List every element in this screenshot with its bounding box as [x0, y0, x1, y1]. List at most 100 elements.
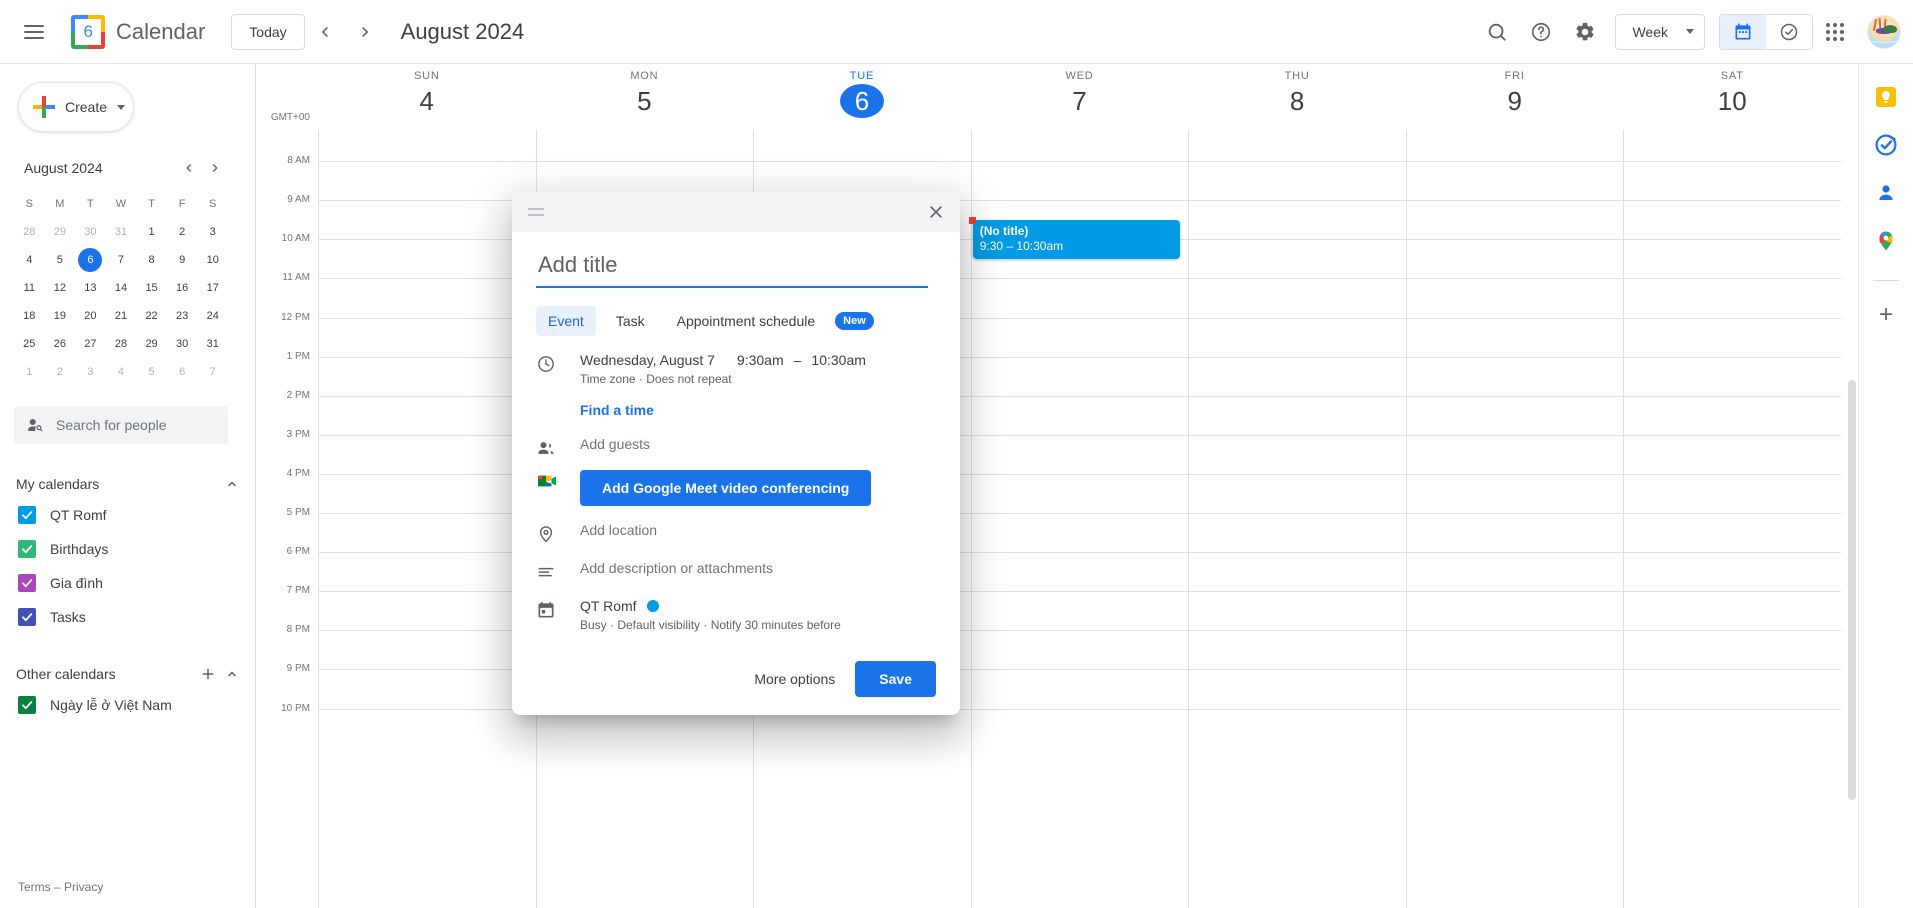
- mini-calendar-day[interactable]: 17: [197, 274, 228, 302]
- mini-calendar-day[interactable]: 18: [14, 302, 45, 330]
- mini-calendar-day[interactable]: 8: [136, 246, 167, 274]
- mini-calendar-prev-button[interactable]: [176, 155, 202, 181]
- hamburger-menu-icon[interactable]: [10, 8, 58, 56]
- mini-calendar-day[interactable]: 1: [136, 218, 167, 246]
- mini-calendar-day[interactable]: 28: [106, 330, 137, 358]
- schedule-subtext[interactable]: Time zone · Does not repeat: [580, 372, 936, 386]
- day-column-wed[interactable]: (No title) 9:30 – 10:30am: [968, 130, 1189, 908]
- mini-calendar-day[interactable]: 4: [14, 246, 45, 274]
- mini-calendar-day[interactable]: 27: [75, 330, 106, 358]
- mini-calendar-day[interactable]: 13: [75, 274, 106, 302]
- tasks-icon[interactable]: [1873, 132, 1899, 158]
- event-date[interactable]: Wednesday, August 7: [580, 352, 715, 368]
- other-calendars-header[interactable]: Other calendars: [16, 660, 241, 688]
- day-number[interactable]: 4: [405, 84, 449, 118]
- view-selector[interactable]: Week: [1615, 13, 1705, 50]
- mini-calendar-day[interactable]: 12: [45, 274, 76, 302]
- day-column-thu[interactable]: [1188, 130, 1406, 908]
- avatar[interactable]: [1867, 14, 1901, 49]
- tab-task[interactable]: Task: [604, 306, 657, 336]
- mini-calendar-day[interactable]: 26: [45, 330, 76, 358]
- next-week-button[interactable]: [345, 12, 385, 52]
- day-header-thu[interactable]: THU 8: [1188, 64, 1406, 130]
- find-a-time-link[interactable]: Find a time: [580, 402, 654, 418]
- day-header-sun[interactable]: SUN 4: [318, 64, 536, 130]
- previous-week-button[interactable]: [305, 12, 345, 52]
- mini-calendar-day[interactable]: 25: [14, 330, 45, 358]
- mini-calendar-day[interactable]: 6: [167, 358, 198, 386]
- my-calendars-header[interactable]: My calendars: [16, 470, 241, 498]
- my-calendar-item-1[interactable]: Birthdays: [0, 532, 255, 566]
- day-number[interactable]: 8: [1275, 84, 1319, 118]
- mini-calendar-day[interactable]: 15: [136, 274, 167, 302]
- tasks-view-toggle[interactable]: [1766, 14, 1812, 49]
- day-header-fri[interactable]: FRI 9: [1406, 64, 1624, 130]
- gear-icon[interactable]: [1563, 10, 1607, 54]
- day-header-sat[interactable]: SAT 10: [1623, 64, 1841, 130]
- event-title-input[interactable]: [536, 248, 928, 288]
- add-google-meet-button[interactable]: Add Google Meet video conferencing: [580, 470, 872, 506]
- calendar-checkbox[interactable]: [18, 608, 36, 626]
- mini-calendar-day[interactable]: 9: [167, 246, 198, 274]
- save-button[interactable]: Save: [855, 661, 936, 697]
- day-number[interactable]: 7: [1058, 84, 1102, 118]
- more-options-button[interactable]: More options: [742, 663, 847, 695]
- help-icon[interactable]: [1519, 10, 1563, 54]
- my-calendar-item-0[interactable]: QT Romf: [0, 498, 255, 532]
- other-calendar-item-0[interactable]: Ngày lễ ở Việt Nam: [0, 688, 255, 722]
- guests-row[interactable]: Add guests: [536, 436, 936, 458]
- maps-icon[interactable]: [1873, 228, 1899, 254]
- tab-event[interactable]: Event: [536, 306, 596, 336]
- plus-icon[interactable]: [199, 665, 217, 683]
- keep-icon[interactable]: [1873, 84, 1899, 110]
- search-icon[interactable]: [1475, 10, 1519, 54]
- contacts-icon[interactable]: [1873, 180, 1899, 206]
- day-number[interactable]: 9: [1493, 84, 1537, 118]
- add-panel-plus-icon[interactable]: +: [1879, 303, 1893, 327]
- mini-calendar-day[interactable]: 5: [136, 358, 167, 386]
- mini-calendar-day[interactable]: 14: [106, 274, 137, 302]
- description-row[interactable]: Add description or attachments: [536, 560, 936, 582]
- calendar-scroll-region[interactable]: 7 AM8 AM9 AM10 AM11 AM12 PM1 PM2 PM3 PM4…: [256, 130, 1858, 908]
- mini-calendar-day[interactable]: 11: [14, 274, 45, 302]
- drag-handle-icon[interactable]: [528, 208, 544, 216]
- mini-calendar-day[interactable]: 2: [45, 358, 76, 386]
- calendar-checkbox[interactable]: [18, 506, 36, 524]
- terms-privacy-link[interactable]: Terms – Privacy: [18, 880, 103, 894]
- tab-appointment-schedule[interactable]: Appointment schedule: [665, 306, 828, 336]
- day-header-mon[interactable]: MON 5: [536, 64, 754, 130]
- day-header-tue[interactable]: TUE 6: [753, 64, 971, 130]
- create-button[interactable]: Create: [18, 82, 134, 132]
- mini-calendar-day[interactable]: 22: [136, 302, 167, 330]
- mini-calendar-day[interactable]: 1: [14, 358, 45, 386]
- mini-calendar-day[interactable]: 4: [106, 358, 137, 386]
- event-end-time[interactable]: 10:30am: [811, 352, 865, 368]
- today-button[interactable]: Today: [231, 13, 305, 50]
- calendar-logo[interactable]: 6 Calendar: [70, 13, 205, 50]
- mini-calendar-day[interactable]: 3: [75, 358, 106, 386]
- mini-calendar-day[interactable]: 29: [45, 218, 76, 246]
- mini-calendar-day[interactable]: 23: [167, 302, 198, 330]
- my-calendar-item-3[interactable]: Tasks: [0, 600, 255, 634]
- calendar-owner-row[interactable]: QT Romf Busy · Default visibility · Noti…: [536, 598, 936, 632]
- calendar-checkbox[interactable]: [18, 696, 36, 714]
- calendar-view-toggle[interactable]: [1720, 14, 1766, 49]
- mini-calendar-day[interactable]: 28: [14, 218, 45, 246]
- mini-calendar-day[interactable]: 6: [75, 246, 106, 274]
- mini-calendar-day[interactable]: 2: [167, 218, 198, 246]
- day-number[interactable]: 6: [839, 84, 884, 118]
- search-people-input[interactable]: Search for people: [14, 406, 228, 444]
- mini-calendar-day[interactable]: 30: [75, 218, 106, 246]
- apps-grid-icon[interactable]: [1813, 10, 1857, 54]
- location-row[interactable]: Add location: [536, 522, 936, 544]
- mini-calendar-day[interactable]: 20: [75, 302, 106, 330]
- calendar-checkbox[interactable]: [18, 574, 36, 592]
- add-guests-placeholder[interactable]: Add guests: [580, 436, 650, 452]
- mini-calendar-day[interactable]: 7: [106, 246, 137, 274]
- day-header-wed[interactable]: WED 7: [971, 64, 1189, 130]
- mini-calendar-next-button[interactable]: [202, 155, 228, 181]
- mini-calendar-day[interactable]: 21: [106, 302, 137, 330]
- add-location-placeholder[interactable]: Add location: [580, 522, 657, 538]
- my-calendar-item-2[interactable]: Gia đình: [0, 566, 255, 600]
- mini-calendar-day[interactable]: 24: [197, 302, 228, 330]
